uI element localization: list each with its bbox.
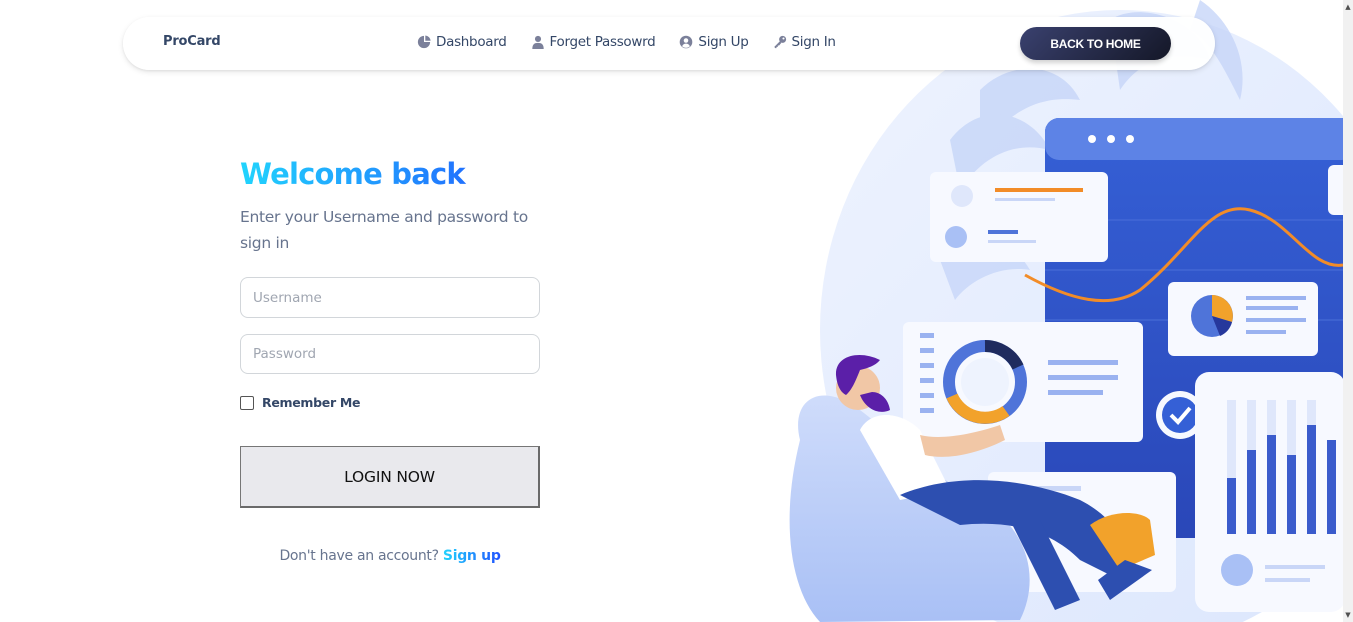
nav-links: Dashboard Forget Passowrd Sign Up Sign I…	[417, 34, 860, 50]
nav-link-label: Dashboard	[436, 34, 507, 50]
page-title: Welcome back	[240, 156, 540, 192]
vertical-scrollbar[interactable]: ▲ ▼	[1343, 0, 1353, 622]
user-icon	[531, 35, 544, 49]
nav-link-label: Sign In	[791, 34, 836, 50]
page-subtitle: Enter your Username and password to sign…	[240, 208, 528, 252]
dashboard-illustration	[789, 0, 1343, 622]
key-icon	[773, 35, 786, 49]
sign-in-page: ProCard Dashboard Forget Passowrd Sign U…	[0, 0, 1353, 622]
back-to-home-button[interactable]: BACK TO HOME	[1020, 27, 1171, 60]
remember-me-row: Remember Me	[240, 395, 361, 410]
sign-in-form: Welcome back Enter your Username and pas…	[240, 150, 540, 564]
password-input[interactable]	[240, 334, 540, 374]
nav-link-dashboard[interactable]: Dashboard	[417, 34, 507, 50]
user-circle-icon	[680, 35, 693, 49]
pie-chart-icon	[417, 35, 431, 49]
signup-prompt-text: Don't have an account?	[279, 548, 439, 564]
scroll-down-arrow-icon[interactable]: ▼	[1344, 610, 1352, 620]
nav-link-forget-password[interactable]: Forget Passowrd	[531, 34, 656, 50]
scroll-up-arrow-icon[interactable]: ▲	[1344, 2, 1352, 12]
remember-me-checkbox[interactable]	[240, 395, 254, 410]
login-button[interactable]: LOGIN NOW	[240, 446, 540, 508]
top-navbar: ProCard Dashboard Forget Passowrd Sign U…	[123, 17, 1215, 70]
signup-prompt-row: Don't have an account? Sign up	[240, 548, 540, 564]
nav-link-label: Forget Passowrd	[549, 34, 656, 50]
nav-link-sign-up[interactable]: Sign Up	[679, 34, 749, 50]
remember-me-label[interactable]: Remember Me	[262, 395, 361, 410]
username-input[interactable]	[240, 277, 540, 318]
brand-logo[interactable]: ProCard	[163, 34, 221, 49]
nav-link-label: Sign Up	[698, 34, 749, 50]
signup-link[interactable]: Sign up	[443, 548, 501, 564]
nav-link-sign-in[interactable]: Sign In	[773, 34, 836, 50]
